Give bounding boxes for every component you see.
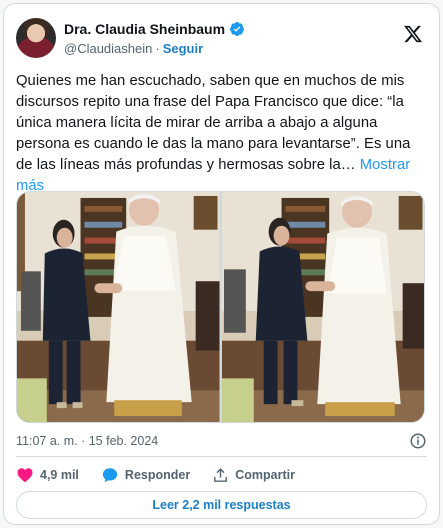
author-handle[interactable]: @Claudiashein xyxy=(64,41,152,56)
x-logo-icon[interactable] xyxy=(403,24,423,44)
share-icon xyxy=(214,467,228,482)
follow-button[interactable]: Seguir xyxy=(163,41,203,56)
divider xyxy=(16,456,427,457)
tweet-body: Quienes me han escuchado, saben que en m… xyxy=(16,73,411,173)
author-avatar[interactable] xyxy=(16,18,56,58)
tweet-text: Quienes me han escuchado, saben que en m… xyxy=(16,71,430,197)
author-name[interactable]: Dra. Claudia Sheinbaum xyxy=(64,21,225,37)
tweet-photo-1[interactable] xyxy=(17,192,220,422)
reply-button[interactable]: Responder xyxy=(101,466,190,484)
tweet-media xyxy=(16,191,425,423)
share-button[interactable]: Compartir xyxy=(212,467,295,484)
like-button[interactable]: 4,9 mil xyxy=(16,466,79,484)
tweet-actions: 4,9 mil Responder Compartir xyxy=(16,466,317,484)
reply-label: Responder xyxy=(124,468,191,482)
share-label: Compartir xyxy=(235,468,295,482)
author-name-row: Dra. Claudia Sheinbaum xyxy=(64,21,245,37)
handle-separator: · xyxy=(155,41,160,56)
info-icon[interactable] xyxy=(409,432,427,450)
like-count: 4,9 mil xyxy=(40,468,79,482)
author-handle-row: @Claudiashein · Seguir xyxy=(64,41,203,56)
photo-meeting-2-icon xyxy=(221,192,424,422)
read-replies-button[interactable]: Leer 2,2 mil respuestas xyxy=(16,491,427,519)
photo-meeting-1-icon xyxy=(17,192,220,422)
reply-bubble-icon xyxy=(102,468,118,483)
verified-badge-icon xyxy=(230,22,245,36)
heart-icon xyxy=(17,468,33,483)
tweet-card: Dra. Claudia Sheinbaum @Claudiashein · S… xyxy=(3,3,440,525)
tweet-photo-2[interactable] xyxy=(221,192,424,422)
tweet-header: Dra. Claudia Sheinbaum @Claudiashein · S… xyxy=(16,18,427,62)
tweet-timestamp[interactable]: 11:07 a. m. · 15 feb. 2024 xyxy=(16,434,158,448)
